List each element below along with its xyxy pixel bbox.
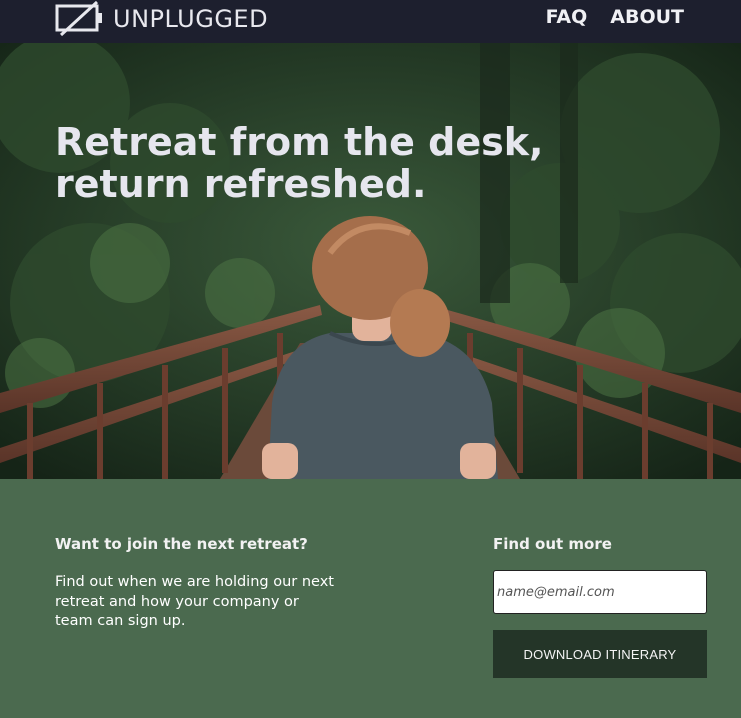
join-heading: Want to join the next retreat?	[55, 535, 308, 553]
hero-title: Retreat from the desk, return refreshed.	[55, 120, 544, 206]
battery-unplugged-icon	[55, 1, 102, 37]
download-itinerary-button[interactable]: DOWNLOAD ITINERARY	[493, 630, 707, 678]
join-description: Find out when we are holding our next re…	[55, 574, 334, 629]
hero-banner: Retreat from the desk, return refreshed.	[0, 43, 741, 479]
nav-link-about[interactable]: ABOUT	[610, 6, 684, 28]
top-navigation-bar: UNPLUGGED FAQ ABOUT	[0, 0, 741, 43]
nav-link-faq[interactable]: FAQ	[546, 6, 588, 28]
signup-heading: Find out more	[493, 535, 612, 553]
signup-section: Want to join the next retreat? Find out …	[0, 479, 741, 718]
hero-photo	[0, 43, 741, 479]
email-field[interactable]	[493, 570, 707, 614]
brand-name: UNPLUGGED	[113, 5, 269, 33]
signup-form: Find out more DOWNLOAD ITINERARY	[493, 535, 707, 678]
main-nav: FAQ ABOUT	[546, 6, 684, 28]
join-info: Want to join the next retreat? Find out …	[55, 535, 335, 632]
brand-logo[interactable]: UNPLUGGED	[55, 0, 268, 38]
